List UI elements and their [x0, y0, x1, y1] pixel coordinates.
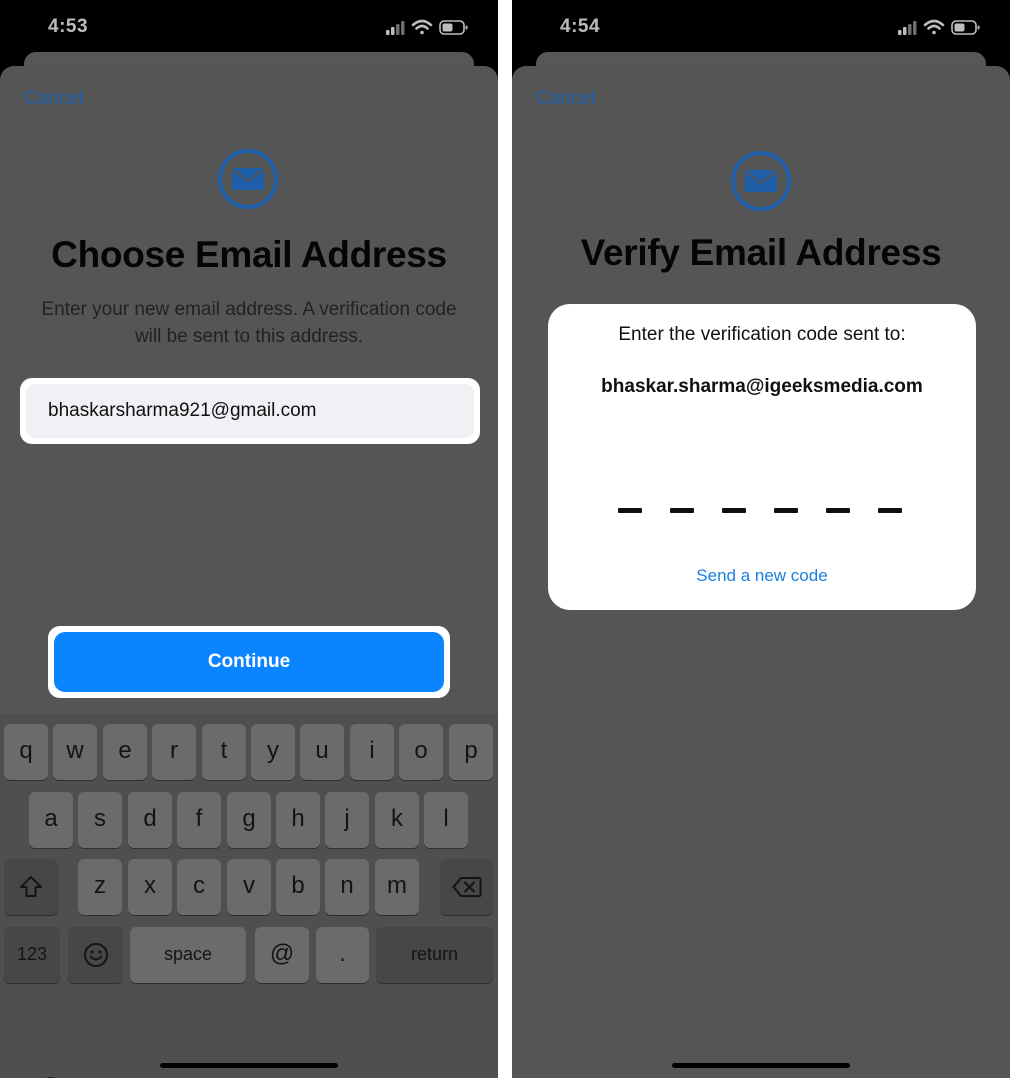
key-x[interactable]: x	[128, 859, 172, 915]
code-digit-slot	[618, 508, 642, 513]
at-key[interactable]: @	[255, 927, 309, 983]
key-t[interactable]: t	[202, 724, 246, 780]
continue-button-highlight: Continue	[48, 626, 450, 698]
status-bar: 4:54	[512, 0, 1010, 54]
verify-sheet: Cancel Verify Email Address Enter the ve…	[512, 66, 1010, 1078]
key-r[interactable]: r	[152, 724, 196, 780]
key-b[interactable]: b	[276, 859, 320, 915]
shift-icon	[20, 876, 42, 897]
emoji-icon	[83, 943, 108, 967]
shift-key[interactable]	[4, 859, 58, 915]
key-h[interactable]: h	[276, 792, 320, 848]
status-icons	[386, 18, 470, 43]
key-l[interactable]: l	[424, 792, 468, 848]
cellular-signal-icon	[386, 21, 405, 35]
cancel-button[interactable]: Cancel	[24, 88, 83, 110]
dot-key[interactable]: .	[316, 927, 369, 983]
send-new-code-link[interactable]: Send a new code	[548, 566, 976, 586]
wifi-icon	[923, 19, 945, 35]
key-m[interactable]: m	[375, 859, 419, 915]
status-icons	[898, 18, 982, 43]
page-title: Verify Email Address	[580, 232, 942, 273]
key-f[interactable]: f	[177, 792, 221, 848]
key-v[interactable]: v	[227, 859, 271, 915]
delete-icon	[452, 877, 481, 897]
key-p[interactable]: p	[449, 724, 493, 780]
key-n[interactable]: n	[325, 859, 369, 915]
key-w[interactable]: w	[53, 724, 97, 780]
cancel-button[interactable]: Cancel	[536, 88, 595, 110]
delete-key[interactable]	[440, 859, 493, 915]
envelope-icon	[730, 150, 792, 212]
continue-button[interactable]: Continue	[54, 632, 444, 692]
space-key[interactable]: space	[130, 927, 246, 983]
battery-icon	[951, 20, 980, 35]
key-q[interactable]: q	[4, 724, 48, 780]
phone-screen-choose-email: 4:53 Cancel Choose Email Address Enter y…	[0, 0, 498, 1078]
key-i[interactable]: i	[350, 724, 394, 780]
page-title: Choose Email Address	[51, 234, 447, 275]
key-k[interactable]: k	[375, 792, 419, 848]
verification-email: bhaskar.sharma@igeeksmedia.com	[601, 376, 923, 397]
key-d[interactable]: d	[128, 792, 172, 848]
key-j[interactable]: j	[325, 792, 369, 848]
verification-panel: Enter the verification code sent to: bha…	[548, 304, 976, 610]
wifi-icon	[411, 19, 433, 35]
verification-code-input[interactable]	[618, 508, 914, 514]
key-o[interactable]: o	[399, 724, 443, 780]
key-z[interactable]: z	[78, 859, 122, 915]
key-y[interactable]: y	[251, 724, 295, 780]
page-subtitle: Enter your new email address. A verifica…	[41, 299, 457, 347]
status-bar: 4:53	[0, 0, 498, 54]
envelope-icon	[217, 148, 279, 210]
status-time: 4:53	[48, 16, 89, 37]
code-digit-slot	[670, 508, 694, 513]
home-indicator	[672, 1063, 850, 1068]
return-key[interactable]: return	[376, 927, 493, 983]
email-field[interactable]: bhaskarsharma921@gmail.com	[26, 384, 474, 438]
status-time: 4:54	[560, 16, 601, 37]
cellular-signal-icon	[898, 21, 917, 35]
key-s[interactable]: s	[78, 792, 122, 848]
emoji-key[interactable]	[68, 927, 123, 983]
code-digit-slot	[722, 508, 746, 513]
key-g[interactable]: g	[227, 792, 271, 848]
email-field-highlight: bhaskarsharma921@gmail.com	[20, 378, 480, 444]
code-digit-slot	[826, 508, 850, 513]
key-a[interactable]: a	[29, 792, 73, 848]
code-digit-slot	[774, 508, 798, 513]
key-u[interactable]: u	[300, 724, 344, 780]
code-digit-slot	[878, 508, 902, 513]
battery-icon	[439, 20, 468, 35]
home-indicator	[160, 1063, 338, 1068]
verification-prompt: Enter the verification code sent to:	[618, 324, 906, 345]
phone-screen-verify-email: 4:54 Cancel Verify Email Address Enter t…	[512, 0, 1010, 1078]
key-c[interactable]: c	[177, 859, 221, 915]
email-sheet: Cancel Choose Email Address Enter your n…	[0, 66, 498, 1078]
keyboard: q w e r t y u i o p a s d f g h j k l z …	[0, 714, 498, 1078]
key-e[interactable]: e	[103, 724, 147, 780]
numbers-key[interactable]: 123	[4, 927, 60, 983]
